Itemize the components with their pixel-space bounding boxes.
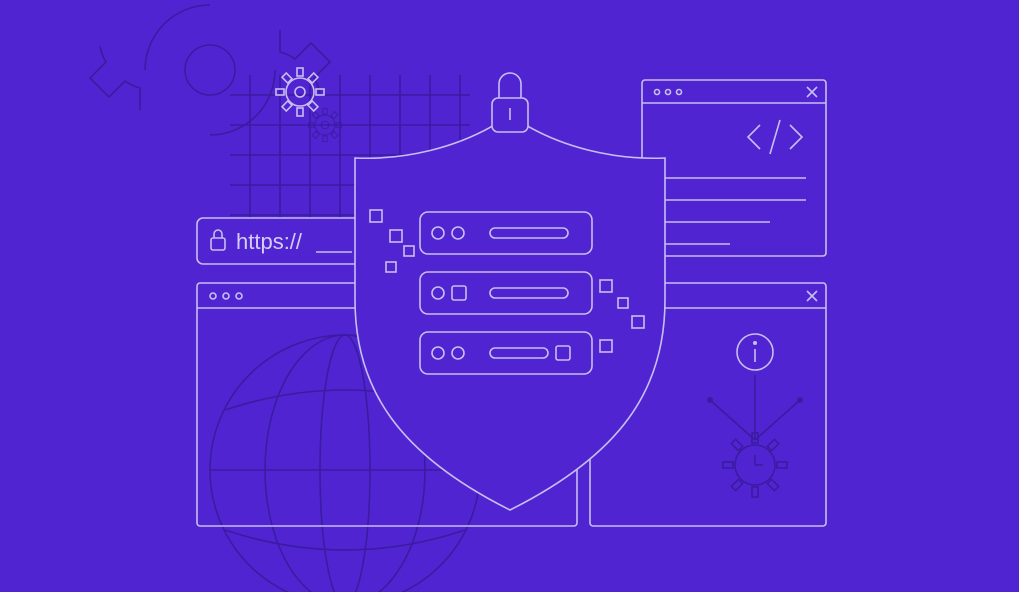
security-illustration: .lt{fill:none;stroke:#C9BDF2;stroke-widt… — [0, 0, 1019, 592]
shield-icon — [355, 73, 665, 510]
info-graph — [707, 375, 803, 497]
close-icon — [807, 291, 817, 301]
protocol-text: https:// — [236, 229, 303, 254]
info-icon — [737, 334, 773, 370]
gear-icon — [276, 68, 324, 116]
gear-icon-large — [90, 5, 330, 135]
lock-icon — [492, 73, 528, 132]
code-window — [642, 80, 826, 256]
